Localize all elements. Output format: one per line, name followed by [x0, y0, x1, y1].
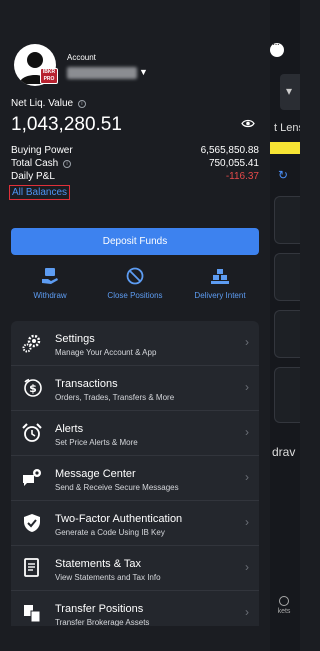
menu-item-alerts[interactable]: Alerts Set Price Alerts & More › — [11, 411, 259, 456]
background-drav-text: drav — [272, 445, 296, 459]
all-balances-link[interactable]: All Balances — [9, 185, 71, 200]
close-positions-action[interactable]: Close Positions — [90, 267, 180, 300]
net-liq-label: Net Liq. Value i — [11, 98, 86, 109]
chevron-right-icon: › — [245, 425, 249, 439]
svg-text:$: $ — [29, 382, 37, 395]
menu-item-title: Settings — [55, 333, 95, 345]
gear-icon — [22, 334, 41, 353]
alarm-clock-icon — [22, 423, 42, 442]
dropdown-chevron-icon — [280, 74, 300, 110]
account-dropdown-icon[interactable]: ▼ — [139, 67, 148, 77]
daily-pnl-row: Daily P&L -116.37 — [11, 171, 259, 184]
menu-item-settings[interactable]: Settings Manage Your Account & App › — [11, 321, 259, 366]
menu-item-subtitle: Manage Your Account & App — [55, 348, 157, 357]
menu-item-subtitle: Orders, Trades, Transfers & More — [55, 393, 175, 402]
menu-item-transactions[interactable]: $ Transactions Orders, Trades, Transfers… — [11, 366, 259, 411]
close-positions-label: Close Positions — [107, 291, 163, 300]
menu-item-title: Message Center — [55, 468, 136, 480]
background-card — [274, 253, 300, 301]
ibkr-pro-badge: IBKR PRO — [40, 68, 58, 84]
refresh-icon: ↻ — [278, 168, 289, 182]
daily-pnl-value: -116.37 — [225, 171, 259, 182]
withdraw-label: Withdraw — [33, 291, 67, 300]
background-card — [274, 310, 300, 358]
dollar-icon: $ — [24, 378, 42, 397]
menu-item-subtitle: Set Price Alerts & More — [55, 438, 138, 447]
menu-item-subtitle: Send & Receive Secure Messages — [55, 483, 179, 492]
background-lens-text: t Lens — [274, 122, 300, 134]
document-icon — [24, 558, 39, 577]
menu-item-title: Statements & Tax — [55, 558, 142, 570]
markets-tab: kets — [264, 596, 304, 615]
prohibited-icon — [126, 267, 144, 285]
background-card — [274, 367, 300, 423]
menu-item-title: Alerts — [55, 423, 84, 435]
background-yellow-bar — [270, 142, 300, 154]
chat-icon — [23, 469, 41, 486]
chevron-right-icon: › — [245, 470, 249, 484]
delivery-intent-action[interactable]: Delivery Intent — [175, 267, 265, 300]
markets-tab-label: kets — [277, 608, 291, 615]
shield-check-icon — [24, 514, 40, 532]
net-liq-value: 1,043,280.51 — [11, 114, 122, 135]
menu-item-subtitle: View Statements and Tax Info — [55, 573, 161, 582]
delivery-intent-label: Delivery Intent — [194, 291, 246, 300]
account-label: Account — [67, 53, 96, 62]
eye-icon[interactable] — [241, 119, 255, 128]
buying-power-label: Buying Power — [11, 145, 73, 156]
withdraw-icon — [42, 268, 58, 284]
total-cash-label-text: Total Cash — [11, 158, 59, 169]
total-cash-label: Total Cash i — [11, 158, 72, 169]
menu-item-subtitle: Generate a Code Using IB Key — [55, 528, 165, 537]
background-card — [274, 196, 300, 244]
account-drawer: IBKR PRO Account ▼ Net Liq. Value i 1,043… — [0, 0, 270, 651]
search-icon — [279, 596, 289, 606]
chevron-right-icon: › — [245, 335, 249, 349]
buying-power-value: 6,565,850.88 — [200, 145, 259, 156]
transfer-icon — [24, 605, 41, 623]
info-icon[interactable]: i — [63, 160, 72, 168]
account-id-redacted[interactable] — [67, 67, 137, 79]
total-cash-row: Total Cash i 750,055.41 — [11, 158, 259, 171]
more-options-icon — [270, 39, 284, 57]
chevron-right-icon: › — [245, 515, 249, 529]
chevron-right-icon: › — [245, 380, 249, 394]
menu-item-transfer-positions[interactable]: Transfer Positions Transfer Brokerage As… — [11, 591, 259, 626]
gold-bars-icon — [211, 269, 229, 284]
withdraw-action[interactable]: Withdraw — [5, 267, 95, 300]
menu-item-two-factor[interactable]: Two-Factor Authentication Generate a Cod… — [11, 501, 259, 546]
buying-power-row: Buying Power 6,565,850.88 — [11, 145, 259, 158]
menu-item-message-center[interactable]: Message Center Send & Receive Secure Mes… — [11, 456, 259, 501]
info-icon[interactable]: i — [77, 100, 86, 108]
deposit-funds-button[interactable]: Deposit Funds — [11, 228, 259, 255]
net-liq-label-text: Net Liq. Value — [11, 98, 74, 109]
total-cash-value: 750,055.41 — [208, 158, 259, 169]
chevron-right-icon: › — [245, 605, 249, 619]
menu-item-statements-tax[interactable]: Statements & Tax View Statements and Tax… — [11, 546, 259, 591]
menu-item-title: Transfer Positions — [55, 603, 144, 615]
menu-item-subtitle: Transfer Brokerage Assets — [55, 618, 150, 626]
menu-item-title: Transactions — [55, 378, 118, 390]
menu-item-title: Two-Factor Authentication — [55, 513, 183, 525]
daily-pnl-label: Daily P&L — [11, 171, 55, 182]
menu-list: Settings Manage Your Account & App › $ T… — [11, 321, 259, 626]
chevron-right-icon: › — [245, 560, 249, 574]
background-app-panel: t Lens ↻ drav — [270, 0, 300, 651]
